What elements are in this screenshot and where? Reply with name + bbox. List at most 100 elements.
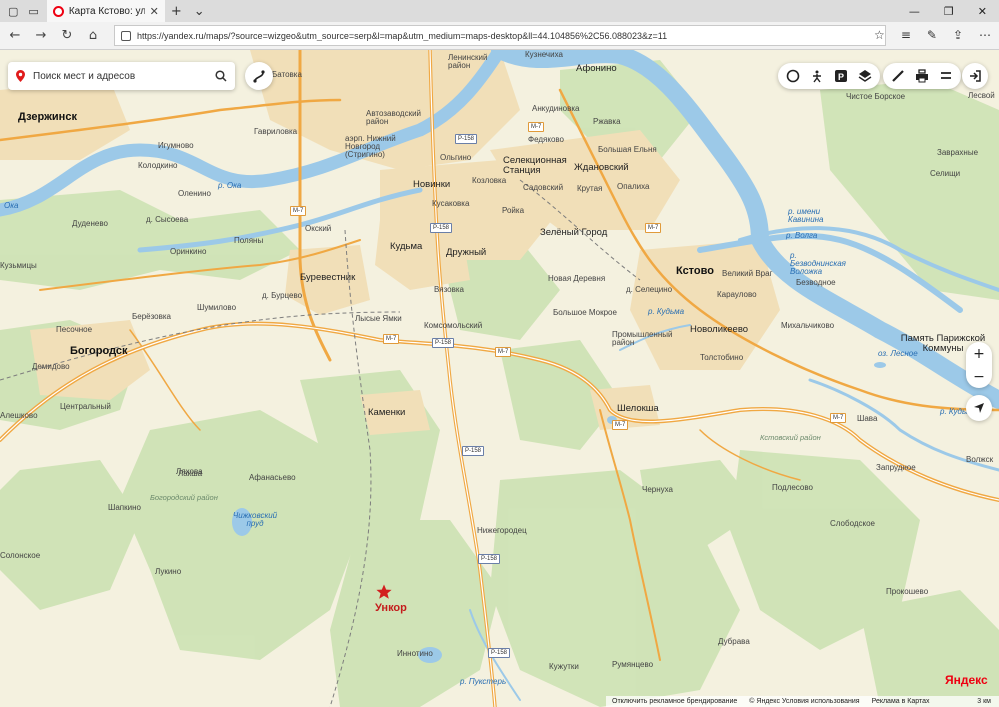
close-tab-icon[interactable]: ✕ <box>150 5 159 18</box>
town-label[interactable]: Буревестник <box>300 273 355 283</box>
town-label[interactable]: Нижегородец <box>477 527 527 535</box>
town-label[interactable]: Песочное <box>56 326 92 334</box>
town-label[interactable]: Подлесово <box>772 484 813 492</box>
town-label[interactable]: Алешково <box>0 412 38 420</box>
town-label[interactable]: Кудьма <box>390 242 422 252</box>
new-tab-icon[interactable]: + <box>165 4 188 19</box>
town-label[interactable]: Лесвой <box>968 92 995 100</box>
login-icon[interactable] <box>966 67 984 85</box>
town-label[interactable]: Запрудное <box>876 464 916 472</box>
town-label[interactable]: Шава <box>857 415 877 423</box>
town-label[interactable]: Солонское <box>0 552 40 560</box>
town-label[interactable]: Кусаковка <box>432 200 469 208</box>
city-label[interactable]: Дзержинск <box>18 112 77 123</box>
town-label[interactable]: Толстобино <box>700 354 743 362</box>
zoom-in-icon[interactable]: + <box>966 342 992 365</box>
town-label[interactable]: Гавриловка <box>254 128 297 136</box>
town-label[interactable]: Ржавка <box>593 118 621 126</box>
town-label[interactable]: Лысые Ямки <box>355 315 402 323</box>
city-label[interactable]: Кстово <box>676 266 714 277</box>
town-label[interactable]: Берёзовка <box>132 313 171 321</box>
town-label[interactable]: Поляны <box>234 237 263 245</box>
town-label[interactable]: д. Селецино <box>626 286 672 294</box>
pen-icon[interactable]: ✎ <box>927 28 937 42</box>
town-label[interactable]: Чернуха <box>642 486 673 494</box>
town-label[interactable]: Лакша <box>178 470 202 478</box>
town-label[interactable]: Шапкино <box>108 504 141 512</box>
town-label[interactable]: Иннотино <box>397 650 433 658</box>
town-label[interactable]: Кузьмицы <box>0 262 37 270</box>
more-icon[interactable]: ⋯ <box>979 28 991 42</box>
town-label[interactable]: Демидово <box>32 363 70 371</box>
layers-icon[interactable] <box>856 67 874 85</box>
terms-link[interactable]: © Яндекс Условия использования <box>749 698 859 705</box>
geolocation-button[interactable] <box>966 395 992 421</box>
town-label[interactable]: Кузнечиха <box>525 51 563 59</box>
close-window-icon[interactable]: ✕ <box>978 5 987 18</box>
refresh-icon[interactable]: ↻ <box>54 28 80 43</box>
route-button[interactable] <box>245 62 273 90</box>
town-label[interactable]: Ольгино <box>440 154 471 162</box>
town-label[interactable]: Кужутки <box>549 663 579 671</box>
map-canvas[interactable]: Дзержинск Богородск Кстово Новинки Кудьм… <box>0 50 999 707</box>
town-label[interactable]: Слободское <box>830 520 875 528</box>
town-label[interactable]: Батовка <box>272 71 302 79</box>
town-label[interactable]: Опалиха <box>617 183 650 191</box>
town-label[interactable]: Шелокша <box>617 404 659 414</box>
town-label[interactable]: Новая Деревня <box>548 275 605 283</box>
town-label[interactable]: Ждановский <box>574 163 629 173</box>
town-label[interactable]: Дружный <box>446 248 486 258</box>
menu-icon[interactable] <box>937 67 955 85</box>
town-label[interactable]: Шумилово <box>197 304 236 312</box>
town-label[interactable]: Комсомольский <box>424 322 482 330</box>
address-bar[interactable]: https://yandex.ru/maps/?source=wizgeo&ut… <box>114 25 886 46</box>
town-label[interactable]: Селищи <box>930 170 960 178</box>
town-label[interactable]: Румянцево <box>612 661 653 669</box>
town-label[interactable]: Дубрава <box>718 638 750 646</box>
city-label[interactable]: Богородск <box>70 346 128 357</box>
town-label[interactable]: Ройка <box>502 207 524 215</box>
town-label[interactable]: Большая Ельня <box>598 146 657 154</box>
forward-icon[interactable]: → <box>28 28 54 43</box>
town-label[interactable]: Новоликеево <box>690 325 748 335</box>
town-label[interactable]: Селекционная Станция <box>503 156 573 175</box>
tab-active[interactable]: Карта Кстово: улицы, д ✕ <box>46 0 165 22</box>
town-label[interactable]: Промышленный район <box>612 331 673 347</box>
print-icon[interactable] <box>913 67 931 85</box>
town-label[interactable]: Афанасьево <box>249 474 296 482</box>
airport-label[interactable]: аэрп. Нижний Новгород (Стригино) <box>345 135 405 159</box>
town-label[interactable]: Окский <box>305 225 331 233</box>
minimize-icon[interactable]: — <box>909 5 920 18</box>
town-label[interactable]: Новинки <box>413 180 450 190</box>
favorites-icon[interactable]: ☆ <box>874 28 885 42</box>
town-label[interactable]: Колодкино <box>138 162 177 170</box>
town-label[interactable]: д. Бурцево <box>262 292 302 300</box>
star-marker-icon[interactable] <box>376 584 392 600</box>
disable-branding-link[interactable]: Отключить рекламное брендирование <box>612 698 737 705</box>
town-label[interactable]: Оринкино <box>170 248 206 256</box>
town-label[interactable]: Вязовка <box>434 286 464 294</box>
town-label[interactable]: Крутая <box>577 185 602 193</box>
search-icon[interactable] <box>215 70 227 82</box>
town-label[interactable]: Ленинский район <box>448 54 488 70</box>
zoom-out-icon[interactable]: − <box>966 365 992 388</box>
town-label[interactable]: Лукино <box>155 568 181 576</box>
town-label[interactable]: Федяково <box>528 136 564 144</box>
ruler-icon[interactable] <box>889 67 907 85</box>
town-label[interactable]: Караулово <box>717 291 757 299</box>
town-label[interactable]: Безводное <box>796 279 836 287</box>
town-label[interactable]: Волжск <box>966 456 993 464</box>
town-label[interactable]: Игумново <box>158 142 194 150</box>
town-label[interactable]: д. Сысоева <box>146 216 188 224</box>
transport-icon[interactable] <box>808 67 826 85</box>
town-label[interactable]: Автозаводский район <box>366 110 426 126</box>
restore-icon[interactable]: ❐ <box>944 5 954 18</box>
traffic-icon[interactable] <box>784 67 802 85</box>
share-icon[interactable]: ⇪ <box>953 28 963 42</box>
town-label[interactable]: Чистое Борское <box>846 93 905 101</box>
ads-link[interactable]: Реклама в Картах <box>872 698 930 705</box>
town-label[interactable]: Прокошево <box>886 588 928 596</box>
town-label[interactable]: Садовский <box>523 184 563 192</box>
tab-actions-icon[interactable]: ▢ <box>8 5 18 18</box>
url-text[interactable]: https://yandex.ru/maps/?source=wizgeo&ut… <box>137 31 667 41</box>
